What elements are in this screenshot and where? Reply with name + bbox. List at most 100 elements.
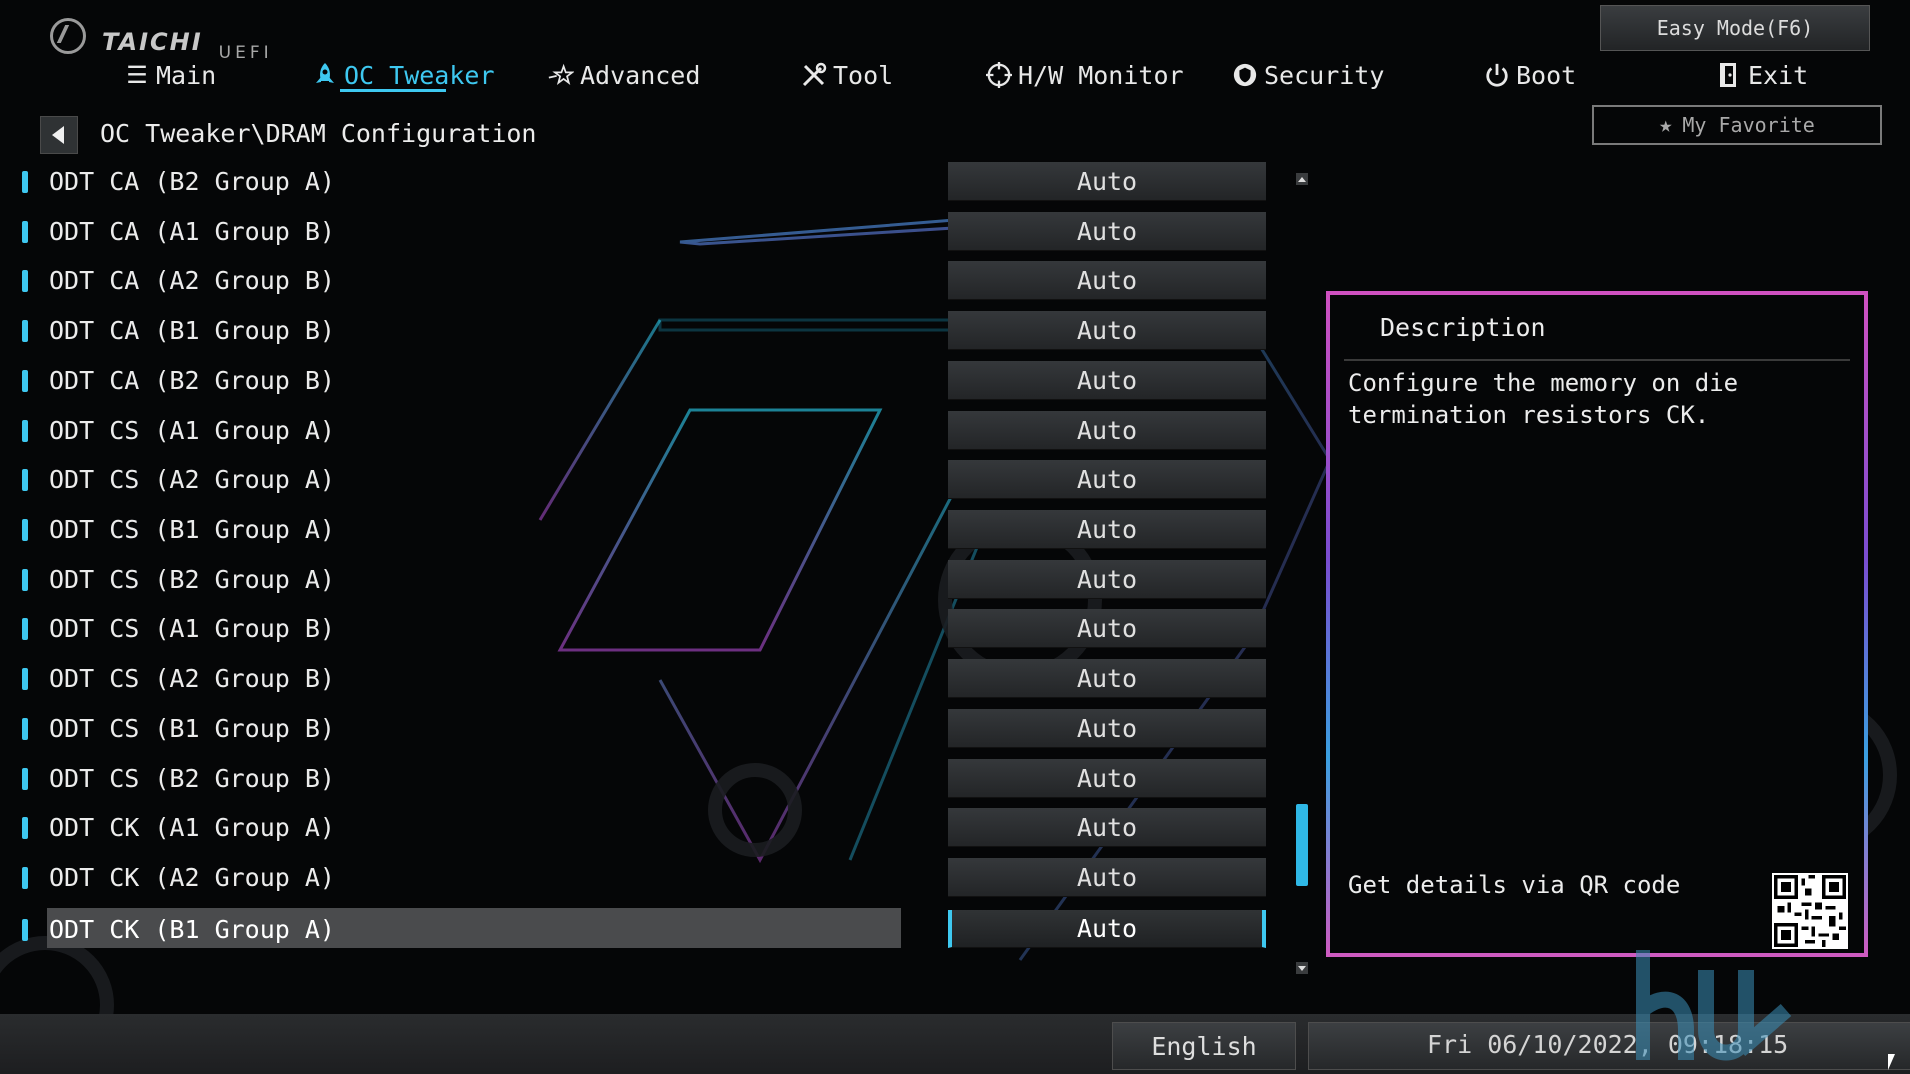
language-selector[interactable]: English bbox=[1112, 1022, 1296, 1070]
row-marker bbox=[22, 618, 28, 640]
tab-exit[interactable]: Exit bbox=[1716, 55, 1808, 95]
row-marker bbox=[22, 867, 28, 889]
tab-main[interactable]: ☰ Main bbox=[124, 55, 216, 95]
row-marker bbox=[22, 370, 28, 392]
scroll-up-arrow[interactable] bbox=[1296, 173, 1308, 185]
caret-down-icon bbox=[1298, 965, 1306, 971]
row-marker bbox=[22, 817, 28, 839]
row-marker bbox=[22, 668, 28, 690]
my-favorite-label: My Favorite bbox=[1682, 113, 1815, 137]
my-favorite-button[interactable]: ★ My Favorite bbox=[1592, 105, 1882, 145]
row-marker bbox=[22, 519, 28, 541]
setting-value-dropdown[interactable]: Auto bbox=[948, 560, 1266, 599]
tab-label: Main bbox=[156, 60, 217, 90]
brand-logo: TAICHI UEFI bbox=[50, 14, 273, 63]
setting-label: ODT CK (A1 Group A) bbox=[49, 813, 335, 842]
setting-row[interactable]: ODT CA (B2 Group B) Auto bbox=[0, 359, 1300, 407]
row-marker bbox=[22, 171, 28, 193]
row-marker bbox=[22, 768, 28, 790]
tab-boot[interactable]: Boot bbox=[1484, 55, 1576, 95]
setting-label: ODT CA (A1 Group B) bbox=[49, 217, 335, 246]
watermark-logo bbox=[1636, 950, 1792, 1061]
setting-label: ODT CA (A2 Group B) bbox=[49, 266, 335, 295]
setting-row-selected[interactable]: ODT CK (B1 Group A) Auto bbox=[0, 908, 1300, 956]
tab-label: Tool bbox=[833, 60, 894, 90]
crosshair-icon bbox=[986, 62, 1012, 88]
setting-value-dropdown[interactable]: Auto bbox=[948, 659, 1266, 698]
setting-label: ODT CS (B2 Group A) bbox=[49, 565, 335, 594]
setting-row[interactable]: ODT CA (A1 Group B) Auto bbox=[0, 210, 1300, 258]
setting-row[interactable]: ODT CS (B2 Group A) Auto bbox=[0, 558, 1300, 606]
setting-row[interactable]: ODT CS (A1 Group B) Auto bbox=[0, 607, 1300, 655]
row-marker bbox=[22, 919, 28, 941]
setting-value-dropdown[interactable]: Auto bbox=[948, 709, 1266, 748]
setting-value-dropdown[interactable]: Auto bbox=[948, 910, 1266, 948]
setting-value-dropdown[interactable]: Auto bbox=[948, 609, 1266, 648]
row-marker bbox=[22, 320, 28, 342]
tab-advanced[interactable]: Advanced bbox=[548, 55, 700, 95]
tab-security[interactable]: Security bbox=[1232, 55, 1384, 95]
setting-label: ODT CK (A2 Group A) bbox=[49, 863, 335, 892]
qr-code-icon bbox=[1772, 873, 1848, 949]
description-title: Description bbox=[1380, 313, 1546, 342]
row-marker bbox=[22, 469, 28, 491]
setting-row[interactable]: ODT CA (B1 Group B) Auto bbox=[0, 309, 1300, 357]
setting-label: ODT CS (A1 Group A) bbox=[49, 416, 335, 445]
setting-row[interactable]: ODT CS (A2 Group A) Auto bbox=[0, 458, 1300, 506]
row-marker bbox=[22, 221, 28, 243]
tab-tool[interactable]: Tool bbox=[801, 55, 893, 95]
setting-label: ODT CA (B2 Group A) bbox=[49, 167, 335, 196]
door-exit-icon bbox=[1716, 62, 1742, 88]
setting-value-dropdown[interactable]: Auto bbox=[948, 311, 1266, 350]
row-marker bbox=[22, 569, 28, 591]
mouse-cursor-icon bbox=[1888, 1054, 1895, 1070]
scrollbar-thumb[interactable] bbox=[1296, 804, 1308, 886]
taichi-logo-icon bbox=[50, 18, 86, 54]
caret-up-icon bbox=[1298, 176, 1306, 182]
setting-row[interactable]: ODT CS (B2 Group B) Auto bbox=[0, 757, 1300, 805]
scroll-down-arrow[interactable] bbox=[1296, 962, 1308, 974]
setting-value-dropdown[interactable]: Auto bbox=[948, 212, 1266, 251]
setting-label: ODT CA (B1 Group B) bbox=[49, 316, 335, 345]
setting-row[interactable]: ODT CK (A1 Group A) Auto bbox=[0, 806, 1300, 854]
setting-row[interactable]: ODT CA (B2 Group A) Auto bbox=[0, 160, 1300, 208]
power-icon bbox=[1484, 62, 1510, 88]
setting-row[interactable]: ODT CS (B1 Group A) Auto bbox=[0, 508, 1300, 556]
setting-label: ODT CS (A2 Group B) bbox=[49, 664, 335, 693]
setting-value-dropdown[interactable]: Auto bbox=[948, 510, 1266, 549]
tab-label: Security bbox=[1264, 60, 1385, 90]
star-icon: ★ bbox=[1659, 112, 1673, 138]
active-tab-indicator bbox=[340, 89, 446, 92]
setting-label: ODT CS (B1 Group A) bbox=[49, 515, 335, 544]
row-marker bbox=[22, 420, 28, 442]
setting-row[interactable]: ODT CK (A2 Group A) Auto bbox=[0, 856, 1300, 904]
setting-value-dropdown[interactable]: Auto bbox=[948, 261, 1266, 300]
tab-label: OC Tweaker bbox=[344, 60, 495, 90]
brand-name: TAICHI bbox=[102, 28, 203, 56]
back-button[interactable] bbox=[40, 116, 78, 154]
qr-label: Get details via QR code bbox=[1348, 871, 1681, 899]
setting-value-dropdown[interactable]: Auto bbox=[948, 162, 1266, 201]
setting-label: ODT CS (B2 Group B) bbox=[49, 764, 335, 793]
setting-row[interactable]: ODT CA (A2 Group B) Auto bbox=[0, 259, 1300, 307]
setting-value-dropdown[interactable]: Auto bbox=[948, 460, 1266, 499]
setting-value-dropdown[interactable]: Auto bbox=[948, 759, 1266, 798]
setting-value-dropdown[interactable]: Auto bbox=[948, 858, 1266, 897]
setting-row[interactable]: ODT CS (B1 Group B) Auto bbox=[0, 707, 1300, 755]
setting-value-dropdown[interactable]: Auto bbox=[948, 361, 1266, 400]
setting-row[interactable]: ODT CS (A1 Group A) Auto bbox=[0, 409, 1300, 457]
tab-hw-monitor[interactable]: H/W Monitor bbox=[986, 55, 1184, 95]
list-icon: ☰ bbox=[126, 61, 148, 89]
setting-row[interactable]: ODT CS (A2 Group B) Auto bbox=[0, 657, 1300, 705]
rocket-icon bbox=[312, 62, 338, 88]
divider bbox=[1344, 359, 1850, 361]
description-text: Configure the memory on die termination … bbox=[1348, 369, 1739, 429]
shield-icon bbox=[1232, 62, 1258, 88]
setting-value-dropdown[interactable]: Auto bbox=[948, 808, 1266, 847]
setting-value-dropdown[interactable]: Auto bbox=[948, 411, 1266, 450]
easy-mode-button[interactable]: Easy Mode(F6) bbox=[1600, 5, 1870, 51]
star-swoosh-icon bbox=[548, 62, 574, 88]
setting-label: ODT CK (B1 Group A) bbox=[49, 915, 335, 944]
row-marker bbox=[22, 270, 28, 292]
tools-icon bbox=[801, 62, 827, 88]
